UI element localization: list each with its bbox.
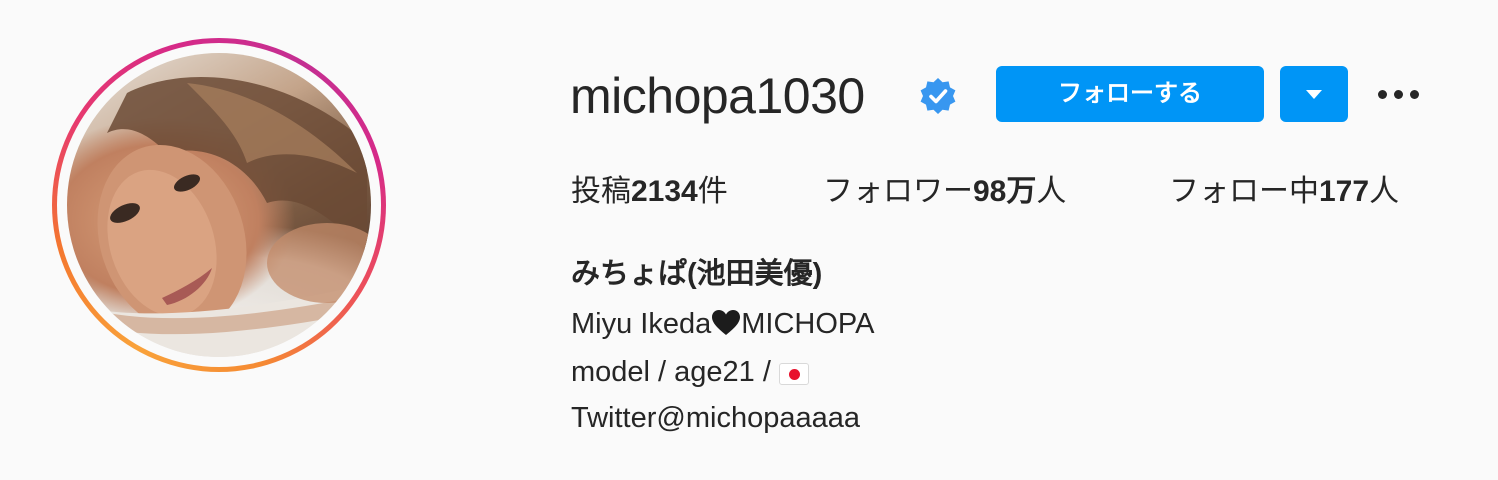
followers-unit: 人 bbox=[1036, 175, 1067, 208]
more-options-button[interactable] bbox=[1370, 74, 1426, 114]
more-options-icon-dot bbox=[1410, 90, 1419, 99]
following-unit: 人 bbox=[1369, 175, 1400, 208]
profile-full-name: みちょぱ(池田美優) bbox=[571, 258, 823, 290]
japan-flag-sun bbox=[788, 369, 800, 380]
more-options-icon-dot bbox=[1378, 90, 1387, 99]
following-count: 177 bbox=[1319, 175, 1370, 208]
japan-flag-icon bbox=[778, 363, 809, 385]
followers-count: 98万 bbox=[973, 175, 1037, 208]
bio-brand-text: MICHOPA bbox=[741, 308, 875, 340]
followers-label: フォロワー bbox=[823, 175, 973, 208]
bio-info-text: model / age21 / bbox=[571, 356, 779, 388]
bio-line-info: model / age21 / bbox=[571, 352, 809, 392]
bio-line-twitter: Twitter@michopaaaaa bbox=[571, 402, 860, 434]
avatar[interactable] bbox=[67, 53, 371, 357]
followers-link[interactable]: フォロワー98万人 bbox=[823, 170, 1066, 214]
story-ring[interactable] bbox=[52, 38, 386, 372]
black-heart-icon bbox=[712, 310, 741, 335]
caret-down-icon bbox=[1306, 90, 1322, 99]
suggested-accounts-dropdown-button[interactable] bbox=[1280, 66, 1348, 122]
avatar-photo-illustration bbox=[67, 77, 371, 357]
verified-badge-icon bbox=[920, 78, 956, 114]
following-link[interactable]: フォロー中177人 bbox=[1169, 170, 1399, 214]
posts-count-stat: 投稿2134件 bbox=[571, 170, 728, 214]
bio-line-name: Miyu Ikeda MICHOPA bbox=[571, 304, 874, 344]
more-options-icon-dot bbox=[1394, 90, 1403, 99]
bio-name-text: Miyu Ikeda bbox=[571, 308, 712, 340]
following-label: フォロー中 bbox=[1169, 175, 1319, 208]
posts-count: 2134 bbox=[631, 175, 698, 208]
posts-label: 投稿 bbox=[571, 175, 631, 208]
posts-unit: 件 bbox=[697, 175, 728, 208]
profile-username: michopa1030 bbox=[570, 68, 865, 124]
follow-button[interactable]: フォローする bbox=[996, 66, 1264, 122]
